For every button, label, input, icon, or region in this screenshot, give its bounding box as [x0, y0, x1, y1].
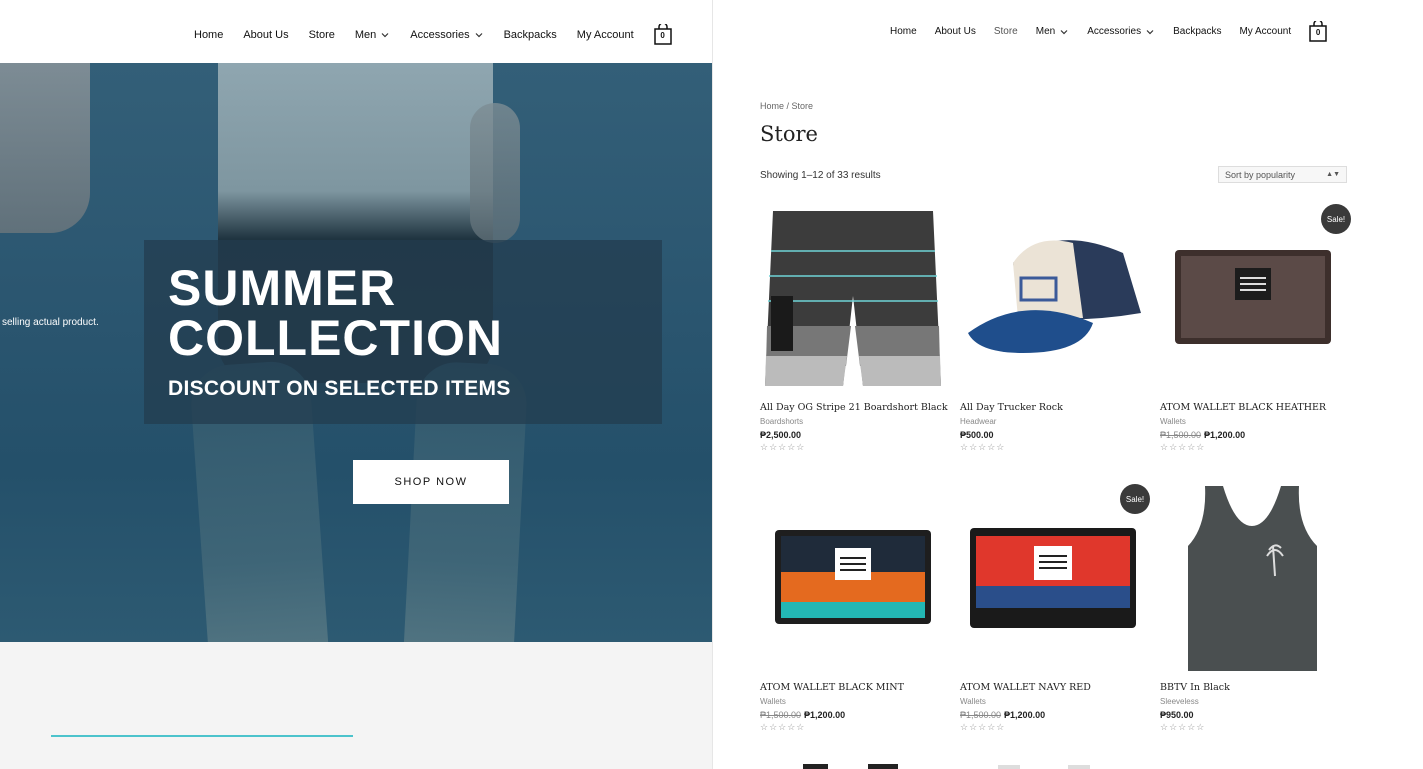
product-image[interactable]: [1160, 483, 1345, 673]
rating-stars: ☆☆☆☆☆: [760, 722, 806, 732]
sale-badge: Sale!: [1120, 484, 1150, 514]
main-nav-right: Home About Us Store Men Accessories Back…: [890, 21, 1327, 42]
boardshort-icon: [764, 210, 941, 386]
hero-side-text: selling actual product.: [2, 317, 99, 328]
results-count: Showing 1–12 of 33 results: [760, 170, 881, 181]
main-nav-left: Home About Us Store Men Accessories Back…: [194, 24, 672, 45]
wallet-icon: [1174, 250, 1331, 344]
hero-subtitle: DISCOUNT ON SELECTED ITEMS: [168, 377, 511, 400]
nav-backpacks[interactable]: Backpacks: [1173, 26, 1221, 37]
nav-accessories[interactable]: Accessories: [410, 29, 483, 41]
product-name[interactable]: All Day OG Stripe 21 Boardshort Black: [760, 402, 948, 413]
nav-about-us[interactable]: About Us: [935, 26, 976, 37]
section-below-hero: [0, 642, 712, 769]
cart-count: 0: [660, 31, 665, 40]
chevron-down-icon: [1146, 29, 1154, 34]
rating-stars: ☆☆☆☆☆: [960, 442, 1006, 452]
nav-men[interactable]: Men: [355, 29, 390, 41]
product-category[interactable]: Sleeveless: [1160, 697, 1345, 706]
product-image-partial: [998, 765, 1020, 769]
product-card[interactable]: All Day OG Stripe 21 Boardshort Black Bo…: [760, 203, 948, 453]
product-name[interactable]: ATOM WALLET BLACK MINT: [760, 682, 945, 693]
hero-title: SUMMER COLLECTION: [168, 263, 503, 363]
cart-icon[interactable]: 0: [653, 24, 672, 45]
product-price: ₱1,500.00 ₱1,200.00: [760, 710, 846, 720]
cart-icon[interactable]: 0: [1309, 21, 1327, 42]
product-image-partial: [1068, 765, 1090, 769]
product-category[interactable]: Wallets: [1160, 417, 1345, 426]
product-name[interactable]: ATOM WALLET BLACK HEATHER: [1160, 402, 1345, 413]
product-category[interactable]: Boardshorts: [760, 417, 945, 426]
home-preview: Home About Us Store Men Accessories Back…: [0, 0, 712, 769]
rating-stars: ☆☆☆☆☆: [1160, 442, 1206, 452]
product-card[interactable]: BBTV In Black Sleeveless ₱950.00 ☆☆☆☆☆: [1160, 483, 1345, 733]
hero-photo-hand: [0, 63, 90, 233]
tank-top-icon: [1188, 485, 1317, 671]
product-price: ₱1,500.00 ₱1,200.00: [1160, 430, 1246, 440]
product-price: ₱950.00: [1160, 710, 1194, 720]
product-price: ₱500.00: [960, 430, 994, 440]
hero-banner: selling actual product. SUMMER COLLECTIO…: [0, 63, 712, 642]
wallet-icon: [774, 530, 931, 624]
product-image-partial: [803, 764, 828, 769]
cart-count: 0: [1315, 28, 1321, 37]
nav-home[interactable]: Home: [194, 29, 223, 41]
product-price: ₱1,500.00 ₱1,200.00: [960, 710, 1046, 720]
nav-home[interactable]: Home: [890, 26, 917, 37]
nav-store[interactable]: Store: [994, 26, 1018, 37]
product-card[interactable]: All Day Trucker Rock Headwear ₱500.00 ☆☆…: [960, 203, 1145, 453]
rating-stars: ☆☆☆☆☆: [1160, 722, 1206, 732]
product-price: ₱2,500.00: [760, 430, 802, 440]
wallet-icon: [969, 527, 1136, 628]
product-card[interactable]: Sale! ATOM WALLET NAVY RED Wallets ₱1,50…: [960, 483, 1150, 733]
product-image[interactable]: Sale!: [960, 483, 1150, 673]
nav-about-us[interactable]: About Us: [243, 29, 288, 41]
product-card[interactable]: Sale! ATOM WALLET BLACK HEATHER Wallets …: [1160, 203, 1351, 453]
nav-men[interactable]: Men: [1036, 26, 1069, 37]
nav-my-account[interactable]: My Account: [577, 29, 634, 41]
nav-accessories[interactable]: Accessories: [1087, 26, 1155, 37]
chevron-down-icon: [1060, 29, 1068, 34]
hero-title-line2: COLLECTION: [168, 310, 503, 366]
product-name[interactable]: BBTV In Black: [1160, 682, 1345, 693]
accent-divider: [51, 735, 353, 737]
rating-stars: ☆☆☆☆☆: [760, 442, 806, 452]
nav-my-account[interactable]: My Account: [1239, 26, 1291, 37]
page-title: Store: [760, 122, 818, 146]
product-name[interactable]: ATOM WALLET NAVY RED: [960, 682, 1145, 693]
product-category[interactable]: Wallets: [760, 697, 945, 706]
trucker-cap-icon: [967, 240, 1141, 353]
product-image[interactable]: Sale!: [1160, 203, 1351, 393]
product-image-partial: [868, 764, 898, 769]
page: Home About Us Store Men Accessories Back…: [0, 0, 1423, 769]
product-image[interactable]: [760, 483, 945, 673]
product-image[interactable]: [760, 203, 945, 393]
nav-store[interactable]: Store: [309, 29, 335, 41]
chevron-down-icon: [381, 32, 389, 37]
product-category[interactable]: Wallets: [960, 697, 1145, 706]
rating-stars: ☆☆☆☆☆: [960, 722, 1006, 732]
product-image[interactable]: [960, 203, 1145, 393]
product-card[interactable]: ATOM WALLET BLACK MINT Wallets ₱1,500.00…: [760, 483, 945, 733]
shop-now-button[interactable]: SHOP NOW: [353, 460, 509, 504]
nav-backpacks[interactable]: Backpacks: [504, 29, 557, 41]
chevron-down-icon: [475, 32, 483, 37]
product-category[interactable]: Headwear: [960, 417, 1145, 426]
sort-select-value: Sort by popularity: [1225, 169, 1296, 180]
hero-photo-hand: [470, 103, 520, 243]
hero-title-line1: SUMMER: [168, 260, 397, 316]
select-arrows-icon: ▲▼: [1326, 171, 1340, 178]
sale-badge: Sale!: [1321, 204, 1351, 234]
product-name[interactable]: All Day Trucker Rock: [960, 402, 1145, 413]
breadcrumb[interactable]: Home / Store: [760, 101, 813, 111]
sort-select[interactable]: Sort by popularity ▲▼: [1218, 166, 1347, 183]
store-preview: Home About Us Store Men Accessories Back…: [713, 0, 1423, 769]
